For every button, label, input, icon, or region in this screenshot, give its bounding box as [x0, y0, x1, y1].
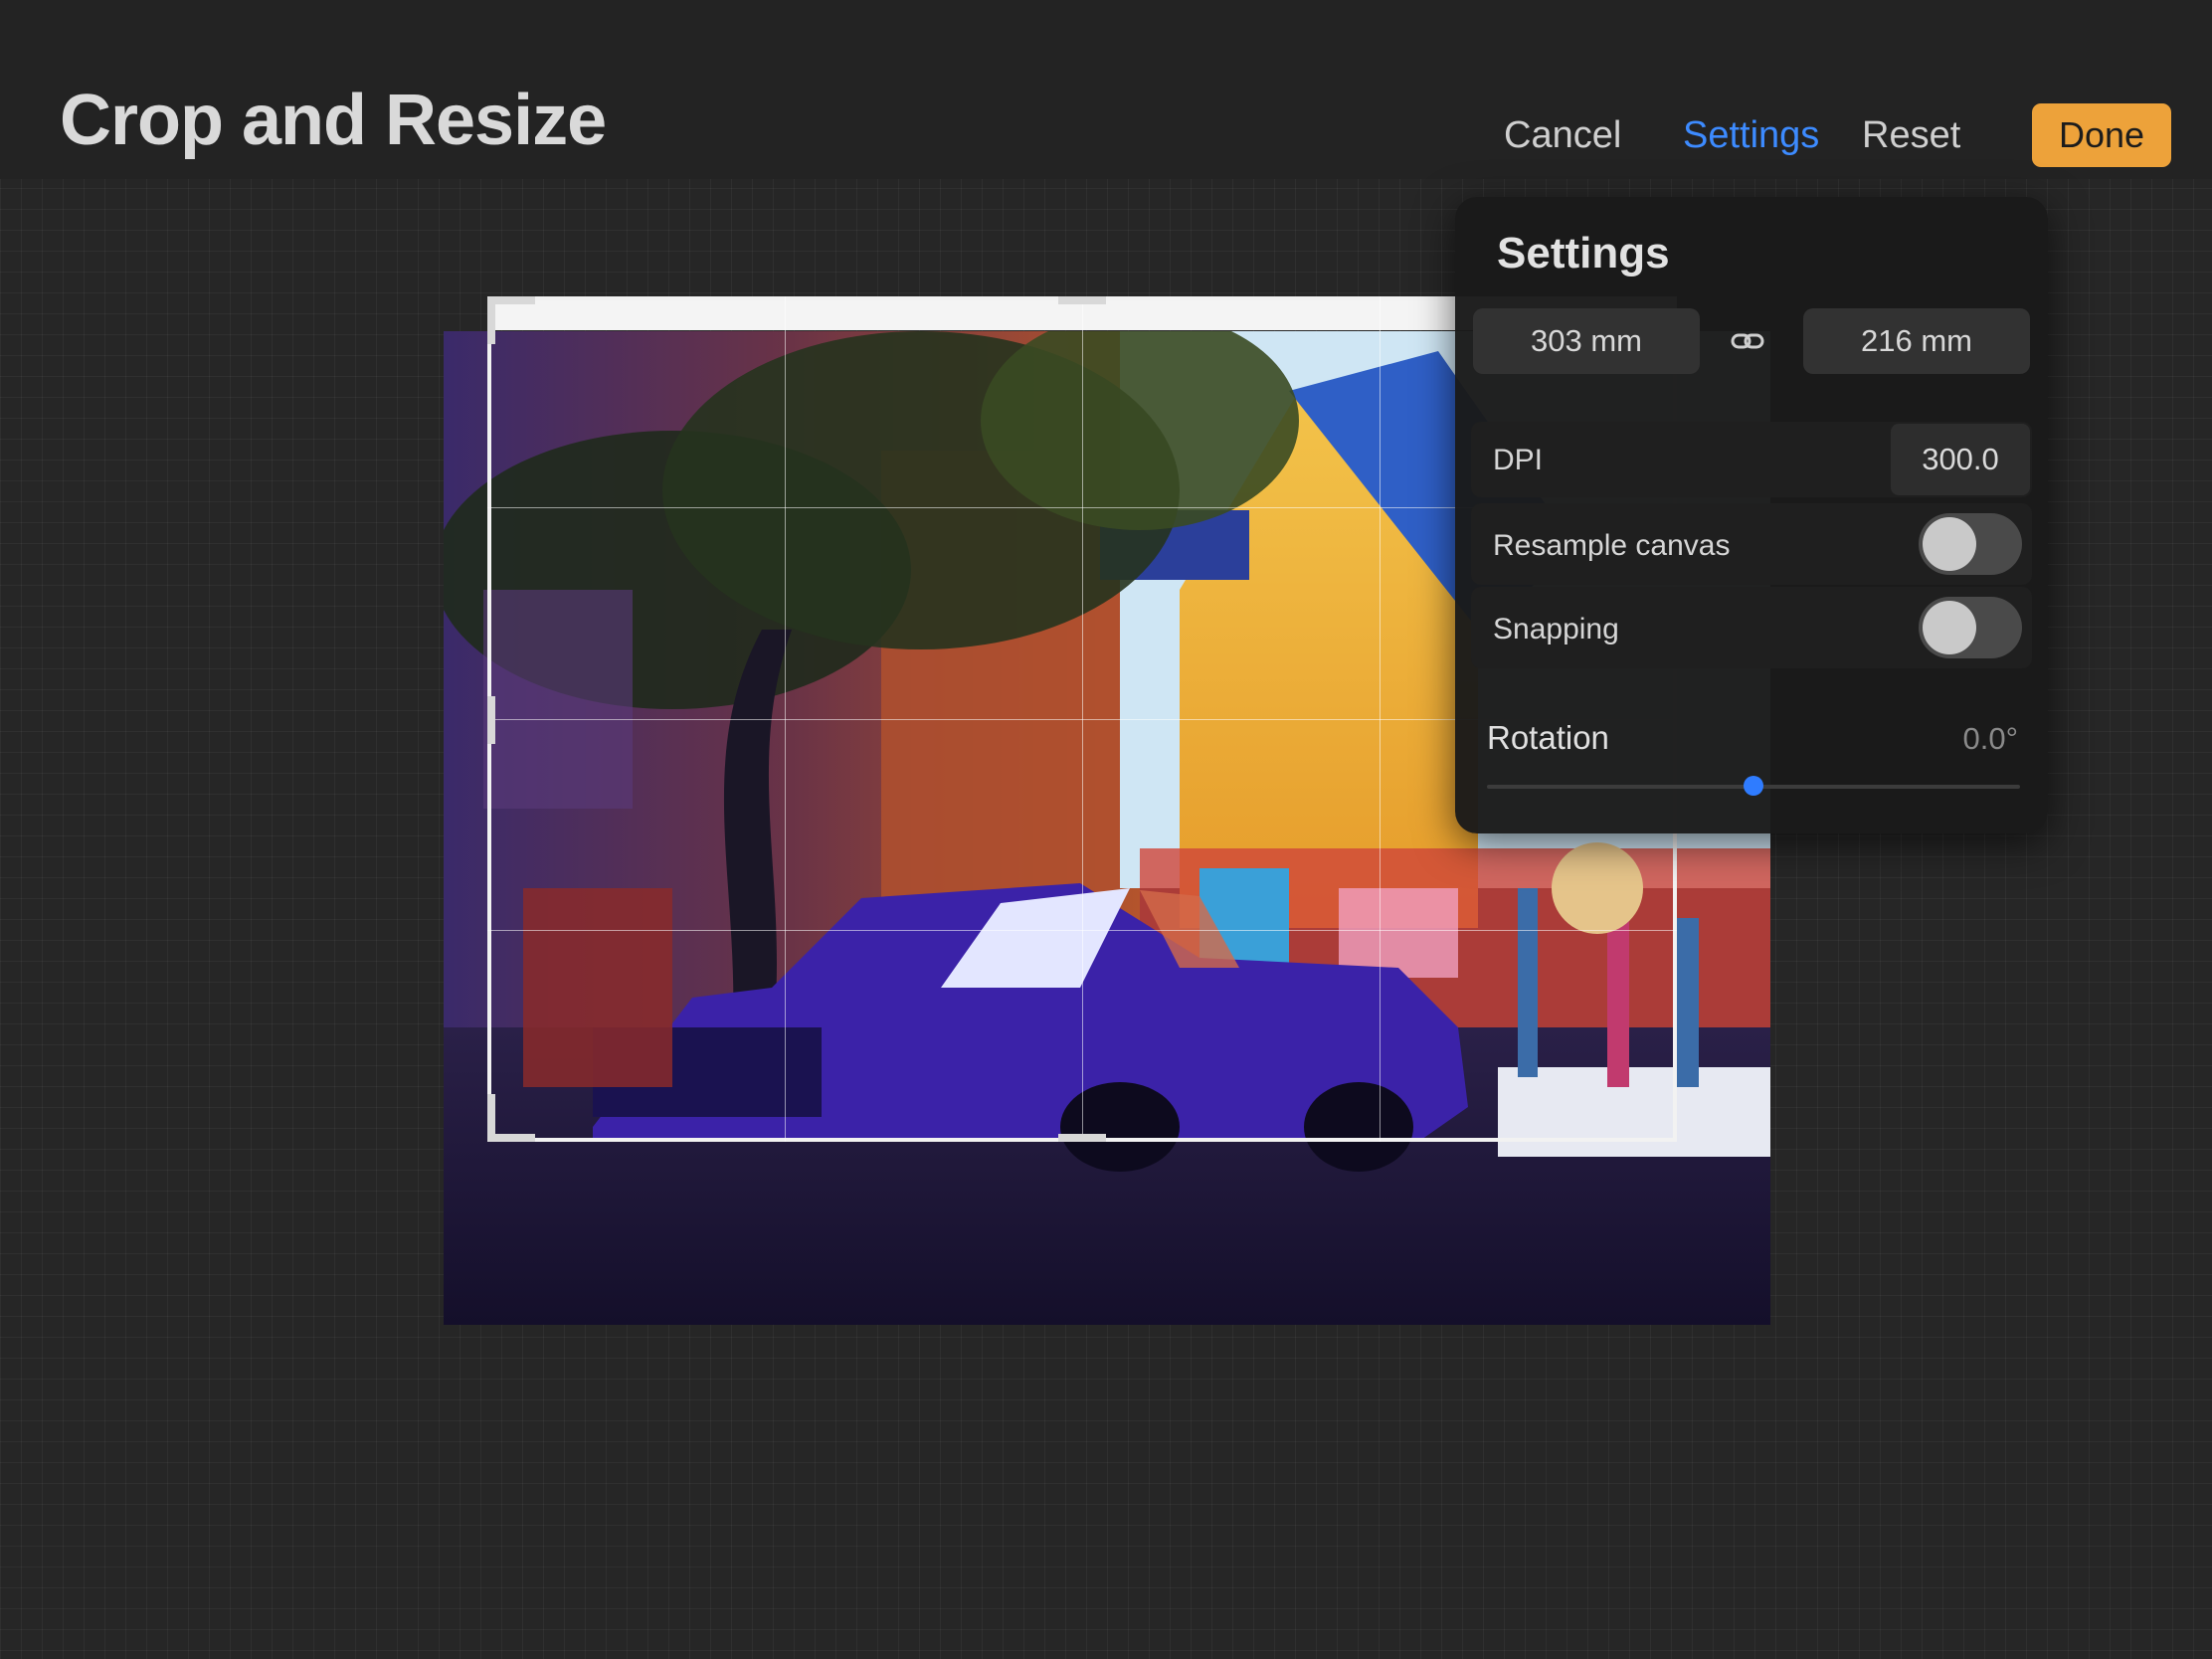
dpi-label: DPI: [1493, 444, 1544, 476]
resample-row: Resample canvas: [1471, 503, 2032, 585]
dpi-row: DPI 300.0: [1471, 422, 2032, 497]
crop-corner-handle[interactable]: [487, 296, 495, 344]
crop-edge-handle-top[interactable]: [1058, 296, 1106, 304]
crop-edge-handle-left[interactable]: [487, 696, 495, 744]
snapping-row: Snapping: [1471, 587, 2032, 668]
snapping-toggle[interactable]: [1919, 597, 2022, 658]
height-field[interactable]: 216 mm: [1803, 308, 2030, 374]
dpi-field[interactable]: 300.0: [1891, 424, 2030, 495]
settings-title: Settings: [1497, 229, 1670, 277]
cancel-button[interactable]: Cancel: [1504, 114, 1621, 157]
reset-button[interactable]: Reset: [1862, 114, 1960, 157]
crop-corner-handle[interactable]: [487, 1094, 495, 1142]
done-button[interactable]: Done: [2032, 103, 2171, 167]
crop-edge-handle-bottom[interactable]: [1058, 1134, 1106, 1142]
rotation-slider-thumb[interactable]: [1744, 776, 1763, 796]
crop-grid-line: [487, 930, 1677, 931]
page-title: Crop and Resize: [60, 81, 607, 160]
rotation-value: 0.0°: [1962, 721, 2019, 756]
snapping-label: Snapping: [1493, 613, 1619, 645]
settings-button[interactable]: Settings: [1683, 114, 1819, 157]
settings-popover: Settings 303 mm 216 mm DPI 300.0 Resampl…: [1455, 197, 2048, 833]
toggle-knob: [1923, 517, 1976, 571]
resample-label: Resample canvas: [1493, 529, 1731, 562]
width-field[interactable]: 303 mm: [1473, 308, 1700, 374]
resample-toggle[interactable]: [1919, 513, 2022, 575]
chain-link-icon[interactable]: [1731, 326, 1764, 356]
rotation-label: Rotation: [1487, 719, 1609, 756]
toggle-knob: [1923, 601, 1976, 654]
